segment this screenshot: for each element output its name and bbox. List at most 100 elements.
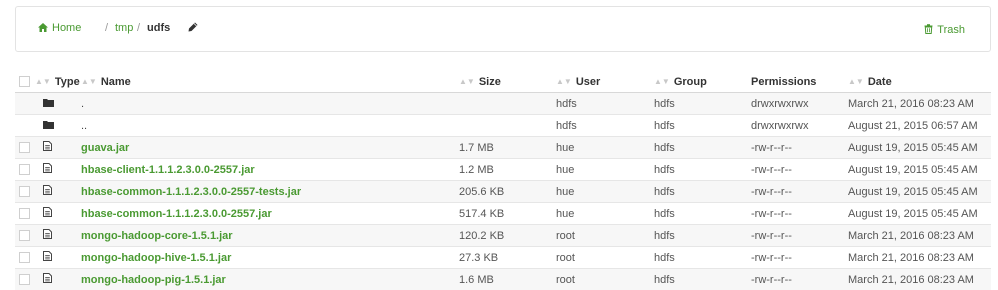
row-select-cell [15, 159, 35, 181]
name-cell: .. [81, 115, 459, 137]
group-cell: hdfs [654, 137, 751, 159]
row-select-cell [15, 203, 35, 225]
name-cell: mongo-hadoop-pig-1.5.1.jar [81, 269, 459, 290]
column-label: User [576, 76, 600, 88]
file-icon [43, 273, 52, 286]
file-name-link[interactable]: . [81, 98, 84, 110]
column-label: Type [55, 76, 80, 88]
column-header-date[interactable]: ▲▼Date [848, 71, 991, 93]
row-checkbox[interactable] [19, 274, 30, 285]
file-icon [43, 229, 52, 242]
breadcrumb-separator: / [105, 22, 108, 34]
group-cell: hdfs [654, 225, 751, 247]
column-header-permissions[interactable]: Permissions [751, 71, 848, 93]
permissions-cell: -rw-r--r-- [751, 269, 848, 290]
breadcrumb-home-label: Home [52, 22, 81, 34]
file-icon [43, 185, 52, 198]
group-cell: hdfs [654, 247, 751, 269]
file-name-link[interactable]: hbase-common-1.1.1.2.3.0.0-2557.jar [81, 208, 272, 220]
trash-button[interactable]: Trash [924, 24, 965, 36]
column-header-type[interactable]: ▲▼Type [35, 71, 81, 93]
column-header-user[interactable]: ▲▼ User [556, 71, 654, 93]
type-cell [35, 269, 81, 290]
type-cell [35, 115, 81, 137]
row-checkbox[interactable] [19, 208, 30, 219]
select-all-checkbox[interactable] [19, 76, 30, 87]
sort-icon: ▲▼ [556, 77, 572, 86]
user-cell: hue [556, 159, 654, 181]
sort-icon: ▲▼ [459, 77, 475, 86]
size-cell: 120.2 KB [459, 225, 556, 247]
trash-icon [924, 24, 933, 34]
group-cell: hdfs [654, 269, 751, 290]
file-icon [43, 207, 52, 220]
file-icon [43, 141, 52, 154]
date-cell: August 19, 2015 05:45 AM [848, 137, 991, 159]
row-checkbox[interactable] [19, 252, 30, 263]
file-table: ▲▼Type ▲▼Name ▲▼ Size ▲▼ User ▲▼Group Perm… [15, 71, 991, 290]
file-name-link[interactable]: hbase-common-1.1.1.2.3.0.0-2557-tests.ja… [81, 186, 301, 198]
row-checkbox[interactable] [19, 142, 30, 153]
row-checkbox[interactable] [19, 230, 30, 241]
group-cell: hdfs [654, 181, 751, 203]
breadcrumb-separator: / [137, 22, 140, 34]
table-header-row: ▲▼Type ▲▼Name ▲▼ Size ▲▼ User ▲▼Group Perm… [15, 71, 991, 93]
breadcrumb-home-link[interactable]: Home [38, 22, 81, 34]
row-select-cell [15, 181, 35, 203]
column-label: Size [479, 76, 501, 88]
permissions-cell: -rw-r--r-- [751, 203, 848, 225]
table-row[interactable]: ..hdfshdfsdrwxrwxrwxAugust 21, 2015 06:5… [15, 115, 991, 137]
group-cell: hdfs [654, 159, 751, 181]
group-cell: hdfs [654, 93, 751, 115]
breadcrumb-tmp-link[interactable]: tmp [115, 22, 133, 34]
name-cell: . [81, 93, 459, 115]
breadcrumb: Home / tmp / udfs Trash [15, 6, 991, 52]
size-cell: 517.4 KB [459, 203, 556, 225]
date-cell: August 21, 2015 06:57 AM [848, 115, 991, 137]
table-row[interactable]: guava.jar1.7 MBhuehdfs-rw-r--r--August 1… [15, 137, 991, 159]
file-name-link[interactable]: guava.jar [81, 142, 129, 154]
date-cell: March 21, 2016 08:23 AM [848, 93, 991, 115]
table-row[interactable]: .hdfshdfsdrwxrwxrwxMarch 21, 2016 08:23 … [15, 93, 991, 115]
file-name-link[interactable]: mongo-hadoop-core-1.5.1.jar [81, 230, 233, 242]
table-row[interactable]: hbase-common-1.1.1.2.3.0.0-2557.jar 517.4… [15, 203, 991, 225]
table-row[interactable]: mongo-hadoop-hive-1.5.1.jar27.3 KBroothd… [15, 247, 991, 269]
type-cell [35, 203, 81, 225]
size-cell: 205.6 KB [459, 181, 556, 203]
table-row[interactable]: hbase-client-1.1.1.2.3.0.0-2557.jar1.2 M… [15, 159, 991, 181]
row-checkbox[interactable] [19, 164, 30, 175]
user-cell: hue [556, 137, 654, 159]
user-cell: hdfs [556, 115, 654, 137]
table-row[interactable]: mongo-hadoop-pig-1.5.1.jar1.6 MBroothdfs… [15, 269, 991, 290]
home-icon [38, 23, 48, 32]
file-name-link[interactable]: .. [81, 120, 87, 132]
permissions-cell: -rw-r--r-- [751, 225, 848, 247]
name-cell: mongo-hadoop-core-1.5.1.jar [81, 225, 459, 247]
file-name-link[interactable]: hbase-client-1.1.1.2.3.0.0-2557.jar [81, 164, 255, 176]
file-name-link[interactable]: mongo-hadoop-hive-1.5.1.jar [81, 252, 231, 264]
file-icon [43, 163, 52, 176]
column-header-name[interactable]: ▲▼Name [81, 71, 459, 93]
type-cell [35, 93, 81, 115]
table-row[interactable]: mongo-hadoop-core-1.5.1.jar 120.2 KBrooth… [15, 225, 991, 247]
user-cell: root [556, 225, 654, 247]
row-checkbox[interactable] [19, 186, 30, 197]
row-select-cell [15, 269, 35, 290]
table-row[interactable]: hbase-common-1.1.1.2.3.0.0-2557-tests.ja… [15, 181, 991, 203]
select-all-cell [15, 71, 35, 93]
date-cell: March 21, 2016 08:23 AM [848, 247, 991, 269]
user-cell: hdfs [556, 93, 654, 115]
size-cell: 1.7 MB [459, 137, 556, 159]
column-header-size[interactable]: ▲▼ Size [459, 71, 556, 93]
edit-path-icon[interactable] [188, 22, 198, 35]
column-label: Permissions [751, 76, 816, 88]
date-cell: August 19, 2015 05:45 AM [848, 203, 991, 225]
column-header-group[interactable]: ▲▼Group [654, 71, 751, 93]
permissions-cell: -rw-r--r-- [751, 181, 848, 203]
type-cell [35, 225, 81, 247]
file-name-link[interactable]: mongo-hadoop-pig-1.5.1.jar [81, 274, 226, 286]
column-label: Name [101, 76, 131, 88]
row-select-cell [15, 115, 35, 137]
user-cell: hue [556, 203, 654, 225]
type-cell [35, 159, 81, 181]
